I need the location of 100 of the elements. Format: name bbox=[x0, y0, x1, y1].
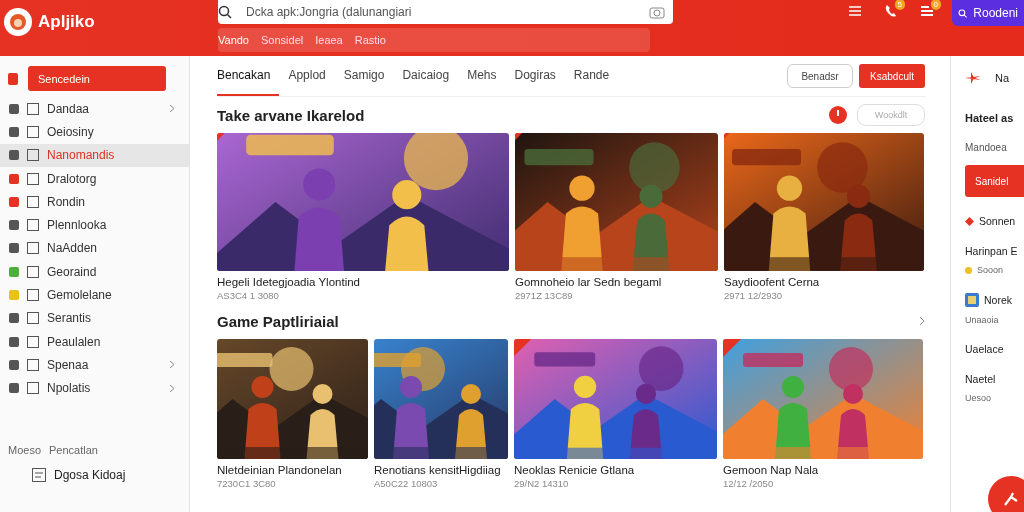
primary-button[interactable]: Ksabdcult bbox=[859, 64, 925, 88]
bookmark-icon bbox=[8, 72, 18, 85]
sidebar-item[interactable]: Serantis bbox=[0, 306, 189, 330]
square-icon bbox=[27, 172, 39, 185]
camera-icon bbox=[649, 5, 665, 19]
sidebar-item[interactable]: Nanomandis bbox=[0, 143, 189, 167]
category-icon bbox=[9, 220, 19, 231]
outline-button[interactable]: Benadsr bbox=[787, 64, 853, 88]
card-title[interactable]: Hegeli Idetegjoadia Ylontind bbox=[217, 276, 509, 288]
square-icon bbox=[27, 382, 39, 395]
panel-subtitle: Mandoea bbox=[965, 142, 1008, 153]
phone-icon bbox=[884, 4, 898, 18]
app-logo-text: Apljiko bbox=[38, 12, 95, 32]
search-icon bbox=[958, 6, 968, 20]
primary-button[interactable]: Sencedein bbox=[28, 66, 166, 91]
tab[interactable]: Rande bbox=[564, 56, 619, 96]
square-icon bbox=[27, 289, 39, 301]
card-date: 2971 12/2930 bbox=[724, 290, 784, 301]
section-title: Moeso bbox=[8, 443, 42, 456]
sidebar-item[interactable]: Dgosa Kidoaj bbox=[54, 467, 126, 482]
filter-field[interactable]: Wookdlt bbox=[857, 104, 925, 126]
panel-heading: Na bbox=[995, 72, 1010, 84]
tab[interactable]: Samigo bbox=[334, 56, 394, 96]
card-date: 2971Z 13C89 bbox=[515, 290, 574, 301]
card-date: A50C22 10803 bbox=[374, 478, 439, 489]
panel-item: Sonnen bbox=[979, 215, 1016, 227]
category-icon bbox=[9, 103, 19, 114]
panel-title: Hateel as bbox=[965, 112, 1015, 124]
app-icon bbox=[965, 293, 979, 307]
panel-item: Harinpan E bbox=[965, 245, 1018, 257]
sidebar-item[interactable]: Plennlooka bbox=[0, 213, 189, 237]
document-icon bbox=[32, 467, 46, 482]
category-icon bbox=[9, 150, 19, 161]
card-title[interactable]: Neoklas Renicie Gtlana bbox=[514, 464, 717, 476]
square-icon bbox=[27, 149, 39, 162]
card-title[interactable]: Renotians kensitHigdiiag bbox=[374, 464, 508, 476]
card-title[interactable]: Nletdeinian Plandonelan bbox=[217, 464, 368, 476]
square-icon bbox=[27, 265, 39, 278]
section-subtitle: Pencatlan bbox=[49, 443, 98, 456]
card-title[interactable]: Gomnoheio lar Sedn begaml bbox=[515, 276, 718, 288]
card-date: 12/12 /2050 bbox=[723, 478, 775, 489]
card-date: 7230C1 3C80 bbox=[217, 478, 277, 489]
card-title[interactable]: Gemoon Nap Nala bbox=[723, 464, 923, 476]
square-icon bbox=[27, 219, 39, 232]
category-icon bbox=[9, 313, 19, 324]
diamond-icon bbox=[965, 216, 974, 226]
sidebar-item[interactable]: Dandaa bbox=[0, 97, 189, 121]
section-title: Take arvane Ikarelod bbox=[217, 106, 366, 124]
sidebar-item[interactable]: Peaulalen bbox=[0, 329, 189, 354]
tab[interactable]: Dogiras bbox=[505, 56, 565, 96]
square-icon bbox=[27, 242, 39, 255]
chevron-icon bbox=[919, 316, 925, 326]
card-title[interactable]: Saydioofent Cerna bbox=[724, 276, 924, 288]
category-icon bbox=[9, 383, 19, 394]
sidebar-item[interactable]: Georaind bbox=[0, 260, 189, 284]
category-icon bbox=[9, 196, 19, 207]
search-icon bbox=[218, 5, 232, 19]
menu-icon bbox=[848, 5, 862, 17]
notification-badge: 0 bbox=[930, 0, 941, 10]
sidebar-item[interactable]: Oeiosiny bbox=[0, 120, 189, 144]
category-icon bbox=[9, 243, 19, 254]
tab[interactable]: Bencakan bbox=[217, 56, 280, 96]
category-icon bbox=[9, 126, 19, 137]
panel-item: Uesoo bbox=[965, 393, 991, 403]
category-icon bbox=[9, 359, 19, 370]
sidebar-item[interactable]: Npolatis bbox=[0, 376, 189, 400]
sidebar-item[interactable]: Rondin bbox=[0, 190, 189, 214]
sidebar-item[interactable]: Spenaa bbox=[0, 353, 189, 377]
category-chip[interactable]: Vando bbox=[218, 34, 249, 46]
tab[interactable]: Mehs bbox=[458, 56, 506, 96]
sidebar-item[interactable]: NaAdden bbox=[0, 236, 189, 261]
search-button[interactable]: Roodeni bbox=[952, 0, 1024, 26]
alert-icon bbox=[829, 106, 847, 124]
panel-item: Uaelace bbox=[965, 343, 1004, 355]
sidebar-item[interactable]: Dralotorg bbox=[0, 166, 189, 191]
panel-item: Norek bbox=[984, 294, 1012, 306]
card-date: AS3C4 1 3080 bbox=[217, 290, 280, 301]
category-icon bbox=[9, 266, 19, 277]
list-icon bbox=[920, 4, 934, 18]
card-date: 29/N2 14310 bbox=[514, 478, 570, 489]
notification-badge: 5 bbox=[894, 0, 905, 10]
panel-button[interactable]: Sanidel bbox=[965, 165, 1024, 197]
square-icon bbox=[27, 195, 39, 208]
category-icon bbox=[9, 173, 19, 184]
coin-icon bbox=[965, 266, 972, 274]
square-icon bbox=[27, 125, 39, 138]
square-icon bbox=[27, 335, 39, 348]
tab[interactable]: Applod bbox=[279, 56, 335, 96]
category-icon bbox=[9, 290, 19, 300]
panel-item: Sooon bbox=[977, 265, 1004, 275]
tool-icon bbox=[1003, 491, 1019, 507]
sidebar-item[interactable]: Gemolelane bbox=[0, 283, 189, 307]
section-title: Game Paptliriaial bbox=[217, 312, 340, 330]
panel-item: Naetel bbox=[965, 373, 996, 385]
tab[interactable]: Daicaiog bbox=[393, 56, 459, 96]
category-icon bbox=[9, 336, 19, 347]
square-icon bbox=[27, 358, 39, 371]
search-field[interactable]: Dcka apk:Jongria (dalunangiari bbox=[218, 0, 673, 24]
panel-item: Unaaoia bbox=[965, 315, 999, 325]
logo-icon bbox=[4, 8, 32, 36]
